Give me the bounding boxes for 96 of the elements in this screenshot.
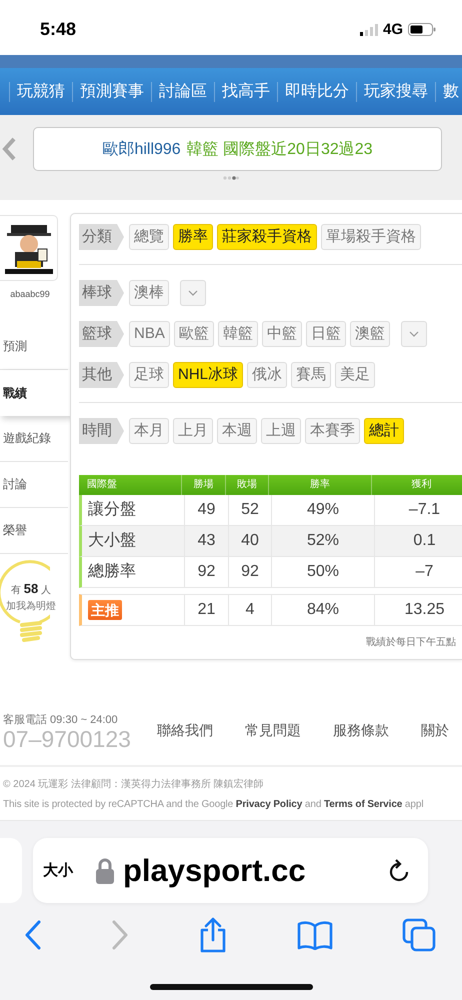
filter-option[interactable]: 澳籃 bbox=[350, 321, 390, 347]
reload-icon[interactable] bbox=[388, 858, 410, 882]
table-cell: 40 bbox=[228, 526, 271, 556]
table-cell: 52 bbox=[228, 495, 271, 525]
footer-link[interactable]: 關於 bbox=[420, 722, 449, 740]
filter-label: 分類 bbox=[79, 224, 124, 250]
table-cell: 84% bbox=[271, 595, 374, 625]
table-cell: 52% bbox=[271, 526, 374, 556]
filter-option[interactable]: 總計 bbox=[364, 418, 404, 444]
battery-icon bbox=[408, 23, 436, 36]
table-cell-text: 大小盤 bbox=[87, 530, 137, 551]
column-header: 獲利 bbox=[371, 475, 462, 495]
nav-item[interactable]: 玩家搜尋 bbox=[356, 82, 435, 102]
copyright-text: © 2024 玩運彩 法律顧問：漢英得力法律事務所 陳鎮宏律師 bbox=[2, 778, 265, 791]
lock-icon bbox=[95, 856, 115, 884]
table-cell: –7 bbox=[374, 557, 462, 587]
recaptcha-notice: This site is protected by reCAPTCHA and the Google Privacy Policy and Terms of Service appl bbox=[2, 799, 424, 810]
username: abaabc99 bbox=[9, 289, 51, 299]
update-note: 戰績於每日下午五點 bbox=[365, 636, 457, 649]
filter-option[interactable]: 單場殺手資格 bbox=[321, 224, 421, 250]
filter-label: 籃球 bbox=[79, 321, 124, 347]
clock-time: 5:48 bbox=[40, 19, 76, 40]
table-cell: 0.1 bbox=[374, 526, 462, 556]
tabs-icon[interactable] bbox=[402, 918, 436, 952]
banner-card[interactable]: 歐郎hill996 韓籃 國際盤近20日32過23 bbox=[33, 127, 442, 171]
table-cell-text: 讓分盤 bbox=[87, 500, 137, 520]
filter-label: 棒球 bbox=[79, 280, 124, 306]
footer-link[interactable]: 常見問題 bbox=[244, 722, 301, 740]
policy-link[interactable]: Privacy Policy bbox=[236, 799, 302, 810]
column-header: 勝率 bbox=[268, 475, 371, 495]
filter-option[interactable]: 中籃 bbox=[262, 321, 302, 347]
url-text: playsport.cc bbox=[123, 852, 306, 888]
filter-option[interactable]: 韓籃 bbox=[218, 321, 258, 347]
nav-item[interactable]: 找高手 bbox=[214, 82, 277, 102]
filter-option[interactable]: 本週 bbox=[217, 418, 257, 444]
nav-item[interactable]: 玩競猜 bbox=[9, 82, 72, 102]
filter-option[interactable]: 歐籃 bbox=[174, 321, 214, 347]
column-header: 國際盤 bbox=[86, 478, 118, 492]
bookmarks-icon[interactable] bbox=[297, 920, 333, 950]
table-cell: 21 bbox=[184, 595, 228, 625]
phone-number: 07–9700123 bbox=[3, 726, 131, 750]
filter-option[interactable]: 美足 bbox=[335, 362, 376, 388]
player-name: 歐郎hill996 bbox=[102, 140, 181, 160]
featured-badge: 主推 bbox=[88, 600, 122, 620]
sidebar-item[interactable]: 遊戲紀錄 bbox=[0, 416, 68, 462]
table-cell: 49 bbox=[184, 495, 228, 525]
footer-link[interactable]: 服務條款 bbox=[332, 722, 389, 740]
chevron-down-icon bbox=[408, 331, 419, 337]
table-cell: 13.25 bbox=[374, 595, 462, 625]
filter-option[interactable]: 莊家殺手資格 bbox=[217, 224, 317, 250]
filter-label: 時間 bbox=[79, 418, 124, 444]
fan-count-text: 有 58 人 bbox=[10, 581, 52, 597]
filter-option[interactable]: 上月 bbox=[173, 418, 213, 444]
filter-option[interactable]: 本月 bbox=[129, 418, 169, 444]
sidebar-item[interactable]: 討論 bbox=[0, 462, 68, 508]
policy-link[interactable]: Terms of Service bbox=[324, 799, 402, 810]
table-cell: 92 bbox=[228, 557, 271, 587]
footer-link[interactable]: 聯絡我們 bbox=[156, 722, 213, 740]
filter-option[interactable]: 勝率 bbox=[173, 224, 213, 250]
nav-item[interactable]: 預測賽事 bbox=[72, 82, 151, 102]
column-header: 勝場 bbox=[181, 475, 225, 495]
table-cell: 50% bbox=[271, 557, 374, 587]
nav-item[interactable]: 討論區 bbox=[151, 82, 214, 102]
table-cell: 92 bbox=[184, 557, 228, 587]
fan-caption: 加我為明燈 bbox=[5, 600, 57, 613]
column-header: 敗場 bbox=[225, 475, 268, 495]
nav-item[interactable]: 數 bbox=[435, 82, 462, 102]
carousel-dots bbox=[223, 176, 239, 180]
table-cell: 4 bbox=[228, 595, 271, 625]
filter-label: 其他 bbox=[79, 362, 124, 388]
filter-option[interactable]: 上週 bbox=[261, 418, 301, 444]
table-cell: 43 bbox=[184, 526, 228, 556]
address-bar[interactable]: 大小 playsport.cc bbox=[33, 838, 428, 903]
network-label: 4G bbox=[382, 21, 403, 38]
back-icon[interactable] bbox=[24, 920, 42, 950]
filter-option[interactable]: NBA bbox=[129, 321, 170, 347]
sidebar-item[interactable]: 戰績 bbox=[0, 370, 71, 416]
filter-option[interactable]: 澳棒 bbox=[129, 280, 169, 306]
signal-icon bbox=[360, 24, 378, 36]
sidebar-item[interactable]: 榮譽 bbox=[0, 508, 68, 554]
table-cell: –7.1 bbox=[374, 495, 462, 525]
table-cell: 49% bbox=[271, 495, 374, 525]
banner-text: 韓籃 國際盤近20日32過23 bbox=[186, 140, 373, 160]
table-cell-text: 總勝率 bbox=[87, 562, 137, 582]
filter-option[interactable]: 總覽 bbox=[129, 224, 169, 250]
chevron-down-icon bbox=[188, 290, 198, 296]
text-size-button[interactable]: 大小 bbox=[43, 861, 73, 880]
nav-item[interactable]: 即時比分 bbox=[277, 82, 356, 102]
filter-option[interactable]: 俄冰 bbox=[247, 362, 288, 388]
filter-option[interactable]: 賽馬 bbox=[291, 362, 332, 388]
filter-option[interactable]: NHL冰球 bbox=[173, 362, 244, 388]
share-icon[interactable] bbox=[198, 917, 228, 953]
hotline-label: 客服電話 09:30 ~ 24:00 bbox=[3, 712, 119, 726]
filter-option[interactable]: 本賽季 bbox=[305, 418, 360, 444]
filter-option[interactable]: 足球 bbox=[129, 362, 169, 388]
filter-option[interactable]: 日籃 bbox=[306, 321, 346, 347]
